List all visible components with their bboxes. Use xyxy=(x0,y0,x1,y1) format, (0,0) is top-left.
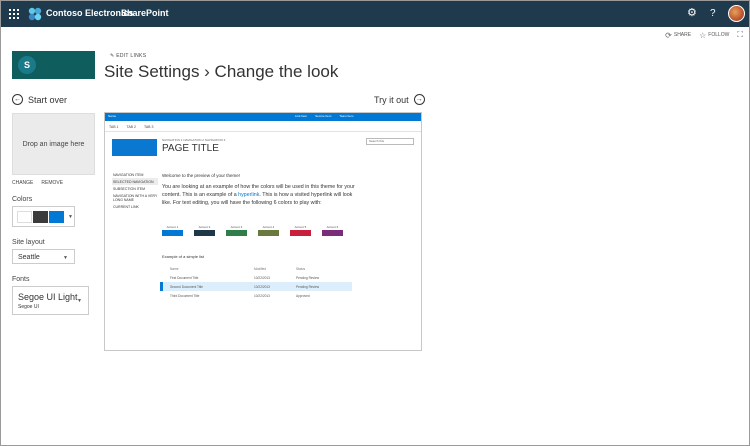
arrow-right-icon: → xyxy=(413,94,425,105)
preview-top-link: Team Item xyxy=(339,114,354,118)
accent-swatch xyxy=(258,230,279,236)
accent-swatch xyxy=(226,230,247,236)
image-actions: CHANGE REMOVE xyxy=(12,180,63,186)
color-swatch xyxy=(17,210,32,223)
cell-status: Approved xyxy=(296,294,310,298)
accent-color: Accent 1 xyxy=(162,225,183,236)
fonts-select[interactable]: Segoe UI Light Segoe UI ▼ xyxy=(12,286,89,315)
table-row: Third Document Title 10/22/2013 Approved xyxy=(162,291,352,300)
chevron-down-icon: ▼ xyxy=(77,298,82,304)
preview-top-link: Link Item xyxy=(295,114,308,118)
accent-color: Accent 5 xyxy=(290,225,311,236)
preview-tab: TAB 3 xyxy=(143,125,154,129)
color-swatch xyxy=(49,210,64,223)
remove-image-link[interactable]: REMOVE xyxy=(41,180,63,186)
preview-logo xyxy=(112,139,157,156)
color-scheme-select[interactable]: ▼ xyxy=(12,206,75,227)
accent-color: Accent 2 xyxy=(194,225,215,236)
help-icon[interactable]: ? xyxy=(710,8,716,19)
preview-top-bar: Name Link Item Secure Item Team Item xyxy=(105,113,421,121)
preview-nav-item: NAVIGATION WITH A VERY LONG NAME xyxy=(113,193,158,202)
chevron-down-icon: ▼ xyxy=(68,213,73,220)
site-layout-label: Site layout xyxy=(12,239,45,246)
star-icon: ☆ xyxy=(699,30,707,40)
preview-tabs: TAB 1 TAB 2 TAB 3 xyxy=(109,125,153,129)
table-row: First Document Title 10/22/2013 Pending Re… xyxy=(162,273,352,282)
color-swatch xyxy=(33,210,48,223)
chevron-down-icon: ▼ xyxy=(63,255,68,261)
share-icon: ⟳ xyxy=(665,30,672,40)
page-frame: Contoso Electronics SharePoint ⚙ ? ⟳ SHAR… xyxy=(0,0,750,446)
focus-button[interactable]: ⛶ xyxy=(737,30,743,40)
site-layout-select[interactable]: Seattle ▼ xyxy=(12,249,75,264)
preview-list-title: Example of a simple list xyxy=(162,254,205,259)
preview-nav-item: SELECTED NAVIGATION xyxy=(112,178,158,185)
focus-icon: ⛶ xyxy=(737,30,743,39)
accent-swatch xyxy=(194,230,215,236)
preview-welcome: Welcome to the preview of your theme! xyxy=(162,173,240,178)
accent-swatch xyxy=(290,230,311,236)
cell-modified: 10/22/2013 xyxy=(254,285,270,289)
image-drop-zone[interactable]: Drop an image here xyxy=(12,113,95,175)
preview-body-text: You are looking at an example of how the… xyxy=(162,184,355,206)
preview-list: Name Modified Status First Document Title 10… xyxy=(160,264,352,300)
preview-breadcrumb: NAVIGATION 1 NAVIGATION 2 NAVIGATION 3 xyxy=(162,138,226,142)
accent-color: Accent 4 xyxy=(258,225,279,236)
colors-label: Colors xyxy=(12,196,33,203)
preview-tab: TAB 1 xyxy=(109,125,119,129)
cell-modified: 10/22/2013 xyxy=(254,276,270,280)
accent-color: Accent 3 xyxy=(226,225,247,236)
preview-top-link: Secure Item xyxy=(315,114,332,118)
accent-color: Accent 6 xyxy=(322,225,343,236)
app-name[interactable]: SharePoint xyxy=(121,8,169,18)
follow-button[interactable]: ☆ FOLLOW xyxy=(699,31,729,40)
suite-bar: Contoso Electronics SharePoint ⚙ ? xyxy=(1,1,749,27)
page-title: Site Settings › Change the look xyxy=(104,62,339,81)
site-logo[interactable]: S xyxy=(12,51,95,79)
theme-preview: Name Link Item Secure Item Team Item TAB 1… xyxy=(104,112,422,351)
column-header: Status xyxy=(296,267,306,271)
fonts-label: Fonts xyxy=(12,276,30,283)
edit-links[interactable]: ✎ EDIT LINKS xyxy=(110,53,146,59)
table-row: Second Document Title 10/22/2013 Pending R… xyxy=(160,282,352,291)
preview-nav: NAVIGATION ITEM SELECTED NAVIGATION SUBSEC… xyxy=(112,171,158,210)
action-bar: ⟳ SHARE ☆ FOLLOW ⛶ xyxy=(665,30,743,40)
cell-name: First Document Title xyxy=(170,276,199,280)
preview-nav-item: NAVIGATION ITEM xyxy=(113,172,144,177)
preview-search-box: Search this xyxy=(366,138,414,145)
share-button[interactable]: ⟳ SHARE xyxy=(665,31,691,40)
change-image-link[interactable]: CHANGE xyxy=(12,180,33,186)
try-it-out-button[interactable]: Try it out → xyxy=(374,94,425,105)
accent-swatch xyxy=(162,230,183,236)
accent-swatch xyxy=(322,230,343,236)
column-header: Name xyxy=(170,267,179,271)
start-over-button[interactable]: ← Start over xyxy=(12,94,67,105)
preview-hyperlink: hyperlink xyxy=(238,192,260,198)
preview-accents: Accent 1 Accent 2 Accent 3 Accent 4 Accent 5… xyxy=(162,225,343,236)
gear-icon[interactable]: ⚙ xyxy=(687,8,697,19)
preview-tab: TAB 2 xyxy=(126,125,136,129)
preview-page-title: PAGE TITLE xyxy=(162,143,219,154)
cell-name: Third Document Title xyxy=(170,294,200,298)
table-header: Name Modified Status xyxy=(162,264,352,273)
column-header: Modified xyxy=(254,267,267,271)
cell-modified: 10/22/2013 xyxy=(254,294,270,298)
arrow-left-icon: ← xyxy=(12,94,23,105)
cell-name: Second Document Title xyxy=(170,285,203,289)
app-launcher-icon[interactable] xyxy=(9,9,19,19)
site-logo-letter: S xyxy=(18,56,36,74)
preview-nav-item: CURRENT LINK xyxy=(113,204,139,209)
avatar[interactable] xyxy=(728,5,745,22)
contoso-logo[interactable] xyxy=(27,6,43,22)
preview-nav-item: SUBSECTION ITEM xyxy=(113,186,146,191)
cell-status: Pending Review xyxy=(296,285,320,289)
cell-status: Pending Review xyxy=(296,276,320,280)
